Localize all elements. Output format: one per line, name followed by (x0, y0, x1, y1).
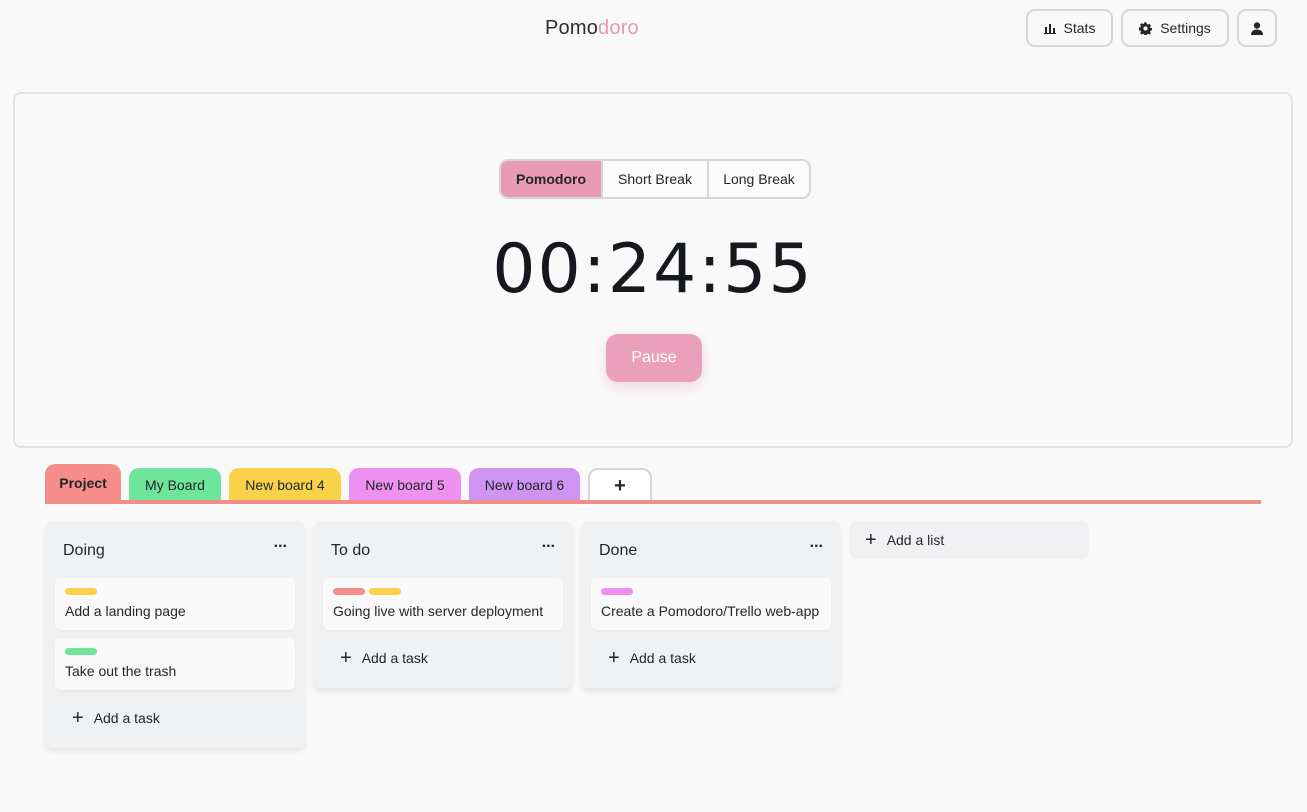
timer-display: 00:24:55 (492, 230, 814, 309)
list-to-do: To do ... Going live with server deploym… (313, 521, 573, 688)
card-labels (333, 588, 401, 595)
label-pill (65, 648, 97, 655)
plus-icon: + (865, 529, 877, 551)
add-list-label: Add a list (886, 532, 945, 548)
add-list-button[interactable]: + Add a list (849, 521, 1089, 559)
list-menu-button[interactable]: ... (542, 534, 555, 552)
app-logo: Pomodoro (545, 17, 639, 40)
bar-chart-icon (1043, 22, 1056, 34)
stats-label: Stats (1063, 20, 1096, 36)
add-task-button[interactable]: + Add a task (340, 648, 428, 668)
plus-icon: + (340, 647, 352, 669)
add-task-button[interactable]: + Add a task (72, 708, 160, 728)
user-button[interactable] (1237, 9, 1277, 47)
card-labels (65, 648, 97, 655)
plus-icon: + (72, 707, 84, 729)
pause-button[interactable]: Pause (606, 334, 702, 382)
list-doing: Doing ... Add a landing page Take out th… (45, 521, 305, 748)
stats-button[interactable]: Stats (1026, 9, 1113, 47)
label-pill (65, 588, 97, 595)
task-title: Take out the trash (65, 663, 177, 679)
brand-part-2: doro (598, 17, 639, 39)
list-menu-button[interactable]: ... (810, 534, 823, 552)
gear-icon (1139, 21, 1153, 35)
active-board-underline (45, 500, 1261, 504)
label-pill (333, 588, 365, 595)
plus-icon: + (608, 647, 620, 669)
add-task-button[interactable]: + Add a task (608, 648, 696, 668)
board-tab-new-board-5[interactable]: New board 5 (349, 468, 461, 502)
task-title: Add a landing page (65, 603, 186, 619)
label-pill (369, 588, 401, 595)
card-labels (601, 588, 633, 595)
settings-button[interactable]: Settings (1121, 9, 1229, 47)
brand-part-1: Pomo (545, 17, 599, 39)
board-tab-new-board-6[interactable]: New board 6 (469, 468, 580, 502)
board-tab-new-board-4[interactable]: New board 4 (229, 468, 341, 502)
mode-switcher: Pomodoro Short Break Long Break (499, 159, 811, 199)
label-pill (601, 588, 633, 595)
board-tab-project[interactable]: Project (45, 464, 121, 502)
board-tab-my-board[interactable]: My Board (129, 468, 221, 502)
user-icon (1251, 21, 1263, 35)
mode-long-break-tab[interactable]: Long Break (707, 161, 809, 197)
task-title: Going live with server deployment (333, 603, 544, 619)
add-board-button[interactable]: + (588, 468, 652, 502)
task-card[interactable]: Add a landing page (55, 578, 295, 630)
task-card[interactable]: Create a Pomodoro/Trello web-app (591, 578, 831, 630)
add-task-label: Add a task (361, 650, 428, 666)
card-labels (65, 588, 97, 595)
list-title: Done (599, 542, 638, 559)
task-card[interactable]: Take out the trash (55, 638, 295, 690)
list-title: To do (331, 542, 371, 559)
list-done: Done ... Create a Pomodoro/Trello web-ap… (581, 521, 841, 688)
timer-panel: Pomodoro Short Break Long Break 00:24:55… (13, 92, 1293, 448)
list-menu-button[interactable]: ... (274, 534, 287, 552)
settings-label: Settings (1160, 20, 1211, 36)
mode-short-break-tab[interactable]: Short Break (601, 161, 707, 197)
mode-pomodoro-tab[interactable]: Pomodoro (501, 161, 601, 197)
list-title: Doing (63, 542, 105, 559)
task-card[interactable]: Going live with server deployment (323, 578, 563, 630)
task-title: Create a Pomodoro/Trello web-app (601, 603, 820, 619)
add-task-label: Add a task (93, 710, 160, 726)
add-task-label: Add a task (629, 650, 696, 666)
